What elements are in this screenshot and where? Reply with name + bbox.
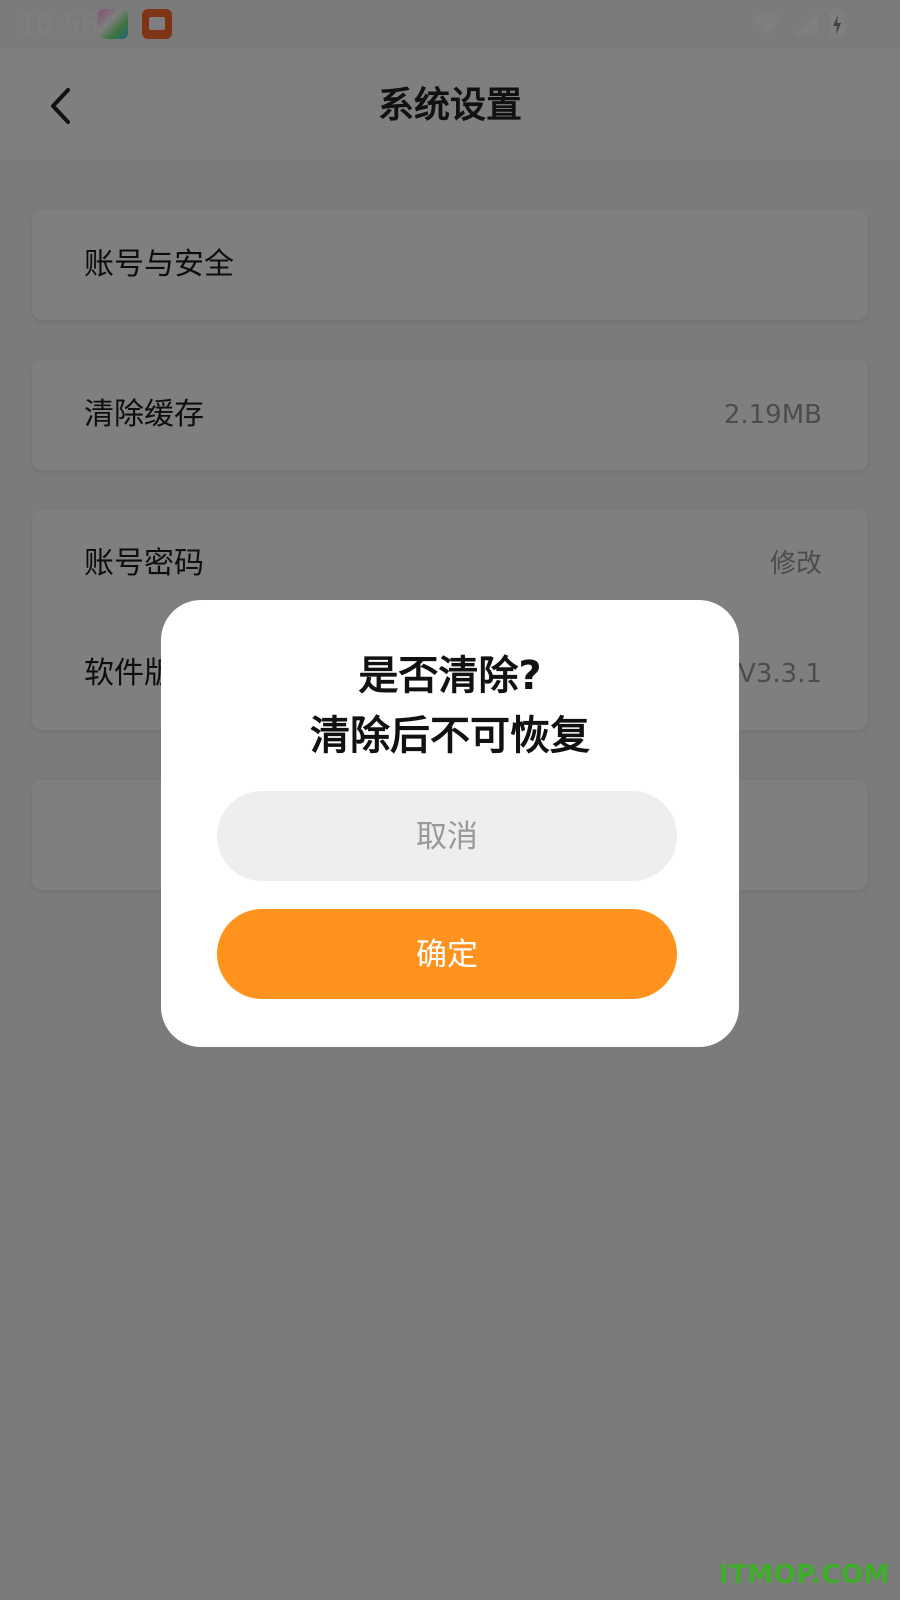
cancel-button[interactable]: 取消 [217,791,677,881]
dialog-title: 是否清除? [358,653,542,699]
watermark: ITMOP.COM [718,1560,890,1590]
confirm-button[interactable]: 确定 [217,909,677,999]
clear-cache-dialog: 是否清除? 清除后不可恢复 取消 确定 [161,600,739,1047]
dialog-message: 清除后不可恢复 [310,713,590,759]
